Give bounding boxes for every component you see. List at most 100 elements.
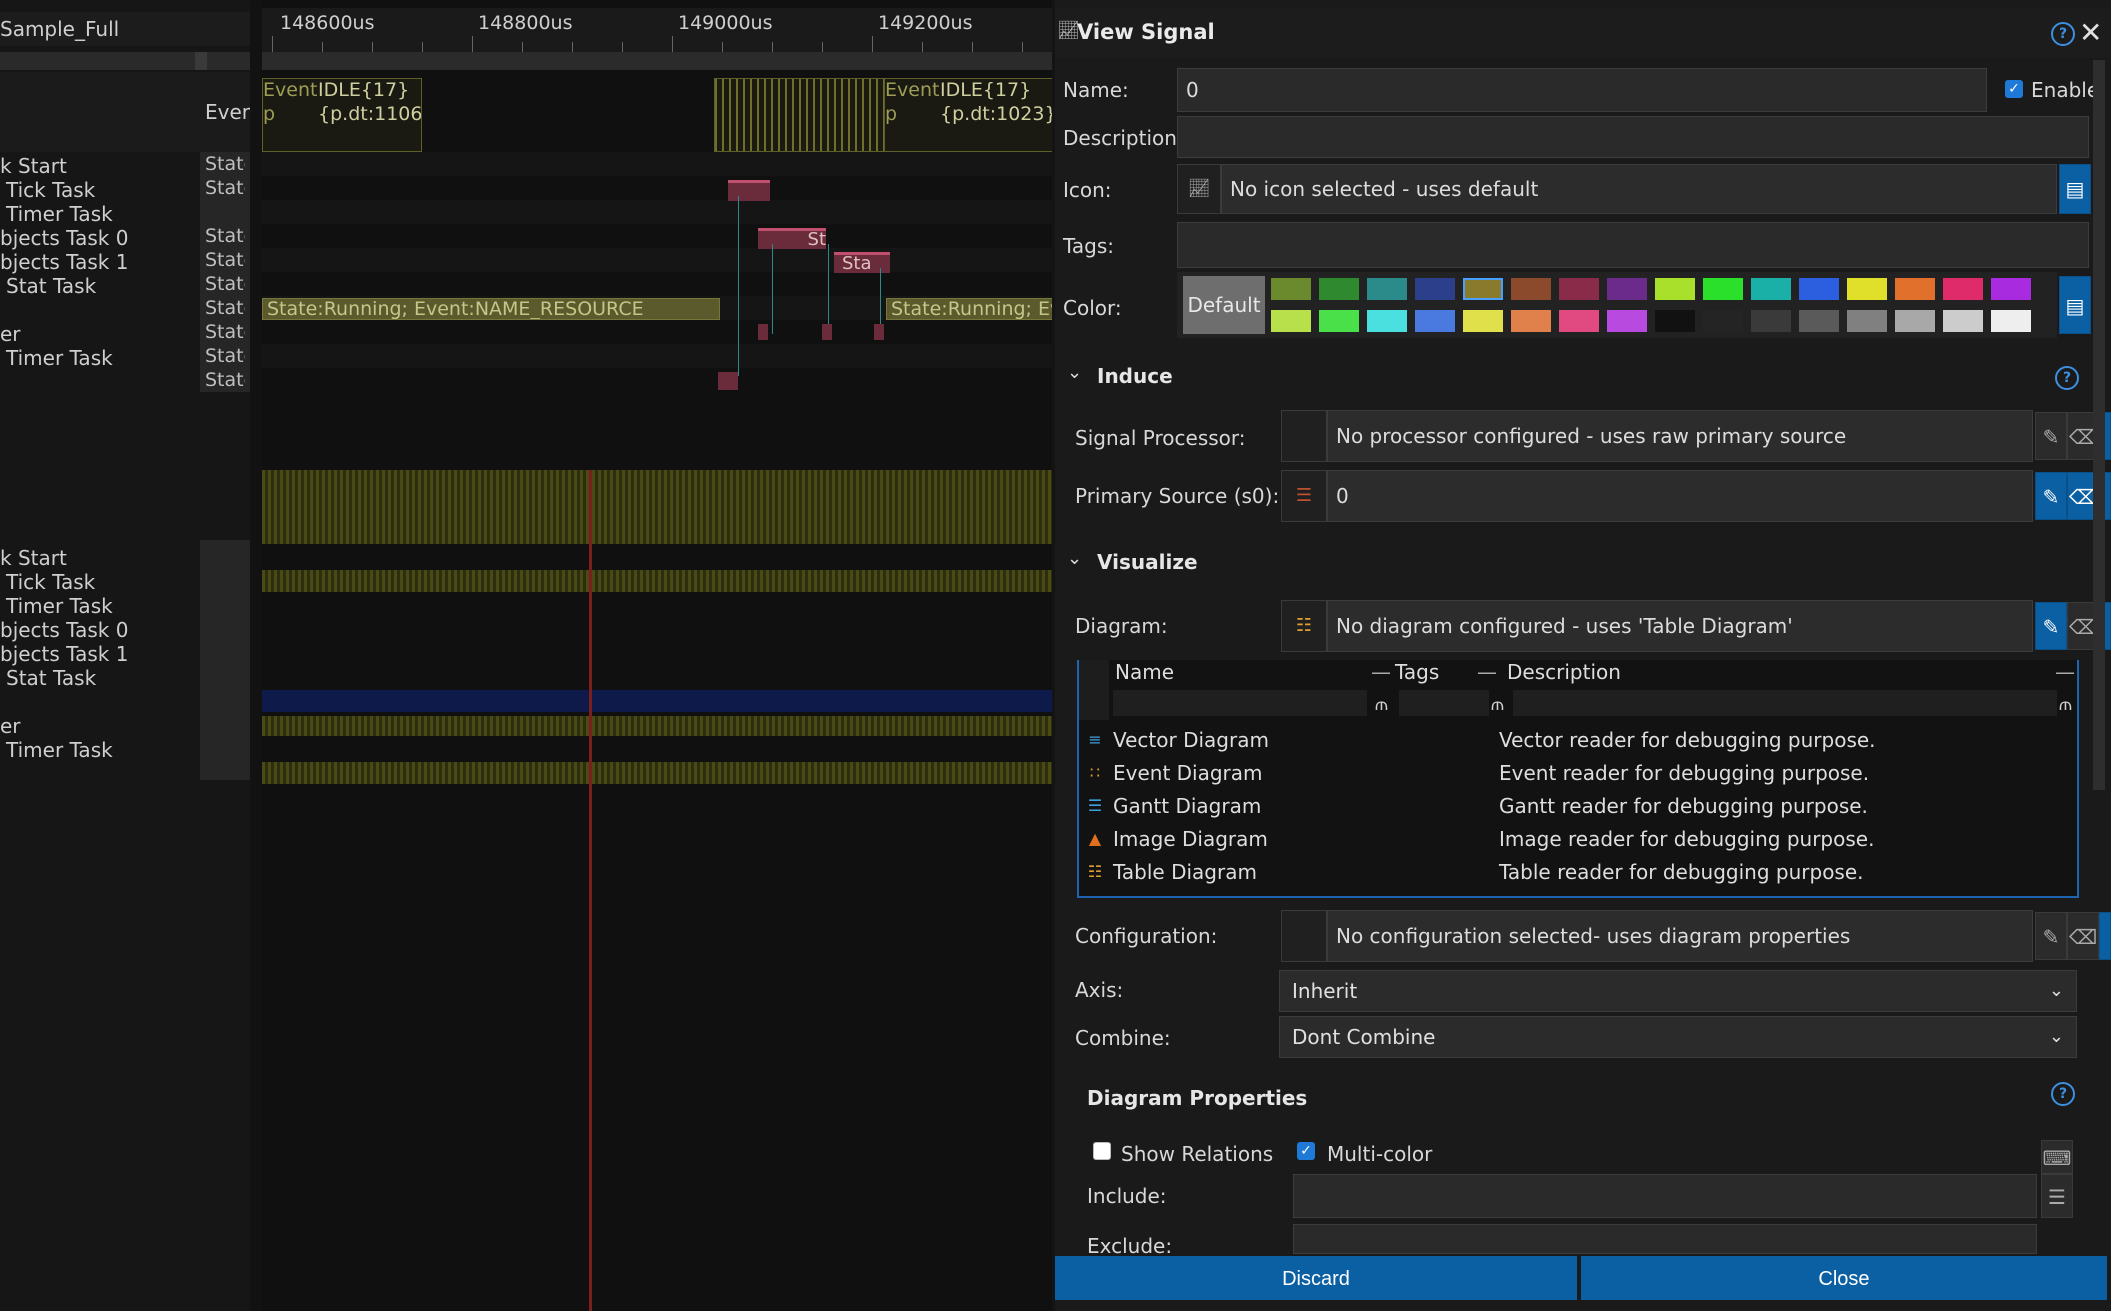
track-band[interactable]	[262, 570, 1052, 592]
track-name[interactable]: Stat Task	[6, 274, 96, 298]
browse-icon-button[interactable]: ▤	[2059, 164, 2091, 214]
description-input[interactable]	[1177, 116, 2089, 158]
diagram-field[interactable]: No diagram configured - uses 'Table Diag…	[1327, 600, 2033, 652]
names-scrollbar-thumb[interactable]	[195, 52, 207, 70]
color-swatch[interactable]	[1319, 310, 1359, 332]
combine-select[interactable]: Dont Combine ⌄	[1279, 1016, 2077, 1058]
tags-filter-input[interactable]	[1399, 690, 1489, 716]
color-swatch[interactable]	[1607, 278, 1647, 300]
edit-source-button[interactable]: ✎	[2035, 472, 2067, 520]
signal-processor-field[interactable]: No processor configured - uses raw prima…	[1327, 410, 2033, 462]
name-input[interactable]: 0	[1177, 68, 1987, 112]
primary-source-field[interactable]: 0	[1327, 470, 2033, 522]
color-swatch[interactable]	[1511, 310, 1551, 332]
event-density-band[interactable]	[262, 470, 1052, 544]
close-icon[interactable]: ✕	[2079, 16, 2102, 49]
color-swatch[interactable]	[1271, 310, 1311, 332]
color-swatch[interactable]	[1703, 278, 1743, 300]
panel-scrollbar[interactable]	[2093, 60, 2105, 790]
color-swatch[interactable]	[1415, 310, 1455, 332]
icon-field[interactable]: No icon selected - uses default	[1221, 164, 2057, 214]
gantt-bar[interactable]	[874, 324, 884, 340]
filter-icon[interactable]: ⫙	[2059, 694, 2072, 715]
track-name[interactable]: bjects Task 1	[0, 250, 128, 274]
text-editor-button[interactable]: ⌨	[2041, 1140, 2073, 1174]
show-relations-checkbox[interactable]	[1093, 1142, 1111, 1160]
filter-icon[interactable]: ⫙	[1375, 694, 1388, 715]
color-swatch[interactable]	[1607, 310, 1647, 332]
edit-configuration-button[interactable]: ✎	[2035, 912, 2067, 960]
track-name[interactable]: bjects Task 0	[0, 226, 128, 250]
track-name[interactable]: Timer Task	[6, 202, 113, 226]
event-burst[interactable]	[714, 78, 886, 152]
running-state-bar[interactable]: State:Running; Event:NAME_RESOURCE	[262, 298, 720, 320]
track-name[interactable]: Timer Task	[6, 738, 113, 762]
visualize-section-title[interactable]: Visualize	[1097, 550, 1198, 574]
include-input[interactable]	[1293, 1174, 2037, 1218]
color-swatch[interactable]	[1703, 310, 1743, 332]
color-swatch[interactable]	[1799, 278, 1839, 300]
column-resize-icon[interactable]: —	[1477, 660, 1497, 684]
color-swatch[interactable]	[1655, 278, 1695, 300]
track-band[interactable]	[262, 716, 1052, 736]
close-button[interactable]: Close	[1581, 1256, 2107, 1300]
multicolor-checkbox[interactable]: ✓	[1297, 1142, 1315, 1160]
name-filter-input[interactable]	[1113, 690, 1367, 716]
chevron-down-icon[interactable]: ⌄	[1067, 548, 1082, 569]
track-band[interactable]	[262, 762, 1052, 784]
time-ruler[interactable]: 148600us 148800us 149000us 149200us	[262, 8, 1052, 53]
column-header-name[interactable]: Name	[1115, 660, 1174, 684]
color-swatch[interactable]	[1463, 310, 1503, 332]
gantt-bar[interactable]	[728, 180, 770, 201]
gantt-bar[interactable]: Sta	[834, 252, 890, 273]
color-picker-button[interactable]: ▤	[2059, 276, 2091, 334]
color-swatch[interactable]	[1415, 278, 1455, 300]
column-resize-icon[interactable]: —	[1371, 660, 1391, 684]
color-swatch[interactable]	[1559, 310, 1599, 332]
timeline-canvas[interactable]: 148600us 148800us 149000us 149200us Even…	[262, 0, 1052, 1311]
list-icon[interactable]: ☰	[2041, 1174, 2073, 1218]
names-scrollbar[interactable]	[0, 52, 250, 70]
color-swatch[interactable]	[1271, 278, 1311, 300]
color-swatch[interactable]	[1367, 310, 1407, 332]
description-filter-input[interactable]	[1513, 690, 2057, 716]
track-title[interactable]: Sample_Full	[0, 12, 250, 46]
timeline-scrollbar[interactable]	[262, 52, 1052, 70]
column-header-tags[interactable]: Tags	[1395, 660, 1439, 684]
chevron-down-icon[interactable]: ⌄	[1067, 362, 1082, 383]
track-name[interactable]: bjects Task 0	[0, 618, 128, 642]
track-name[interactable]: Timer Task	[6, 346, 113, 370]
color-swatch[interactable]	[1751, 278, 1791, 300]
color-swatch[interactable]	[1655, 310, 1695, 332]
color-swatch[interactable]	[1847, 278, 1887, 300]
gantt-bar[interactable]	[822, 324, 832, 340]
enable-checkbox[interactable]: ✓	[2005, 80, 2023, 98]
track-name[interactable]: Timer Task	[6, 594, 113, 618]
tags-input[interactable]	[1177, 222, 2089, 268]
track-name[interactable]: k Start	[0, 546, 67, 570]
color-swatch[interactable]	[1367, 278, 1407, 300]
track-name[interactable]: Tick Task	[6, 178, 95, 202]
color-swatch[interactable]	[1751, 310, 1791, 332]
color-swatch[interactable]	[1511, 278, 1551, 300]
track-name[interactable]: er	[0, 322, 21, 346]
track-name[interactable]: bjects Task 1	[0, 642, 128, 666]
track-name[interactable]: er	[0, 714, 21, 738]
gantt-bar[interactable]: St	[758, 228, 826, 249]
color-swatch[interactable]	[1799, 310, 1839, 332]
axis-select[interactable]: Inherit ⌄	[1279, 970, 2077, 1012]
color-swatch[interactable]	[1319, 278, 1359, 300]
configuration-field[interactable]: No configuration selected- uses diagram …	[1327, 910, 2033, 962]
edit-diagram-button[interactable]: ✎	[2035, 602, 2067, 650]
edit-processor-button[interactable]: ✎	[2035, 412, 2067, 460]
column-resize-icon[interactable]: —	[2055, 660, 2075, 684]
exclude-input[interactable]	[1293, 1224, 2037, 1254]
track-name[interactable]: Stat Task	[6, 666, 96, 690]
event-box[interactable]: Event p IDLE{17} {p.dt:1023}	[884, 78, 1052, 152]
event-box[interactable]: Event p IDLE{17} {p.dt:1106}	[262, 78, 422, 152]
color-swatch[interactable]	[1943, 310, 1983, 332]
induce-section-title[interactable]: Induce	[1097, 364, 1173, 388]
color-swatch[interactable]	[1895, 310, 1935, 332]
color-swatch[interactable]	[1559, 278, 1599, 300]
discard-button[interactable]: Discard	[1055, 1256, 1577, 1300]
